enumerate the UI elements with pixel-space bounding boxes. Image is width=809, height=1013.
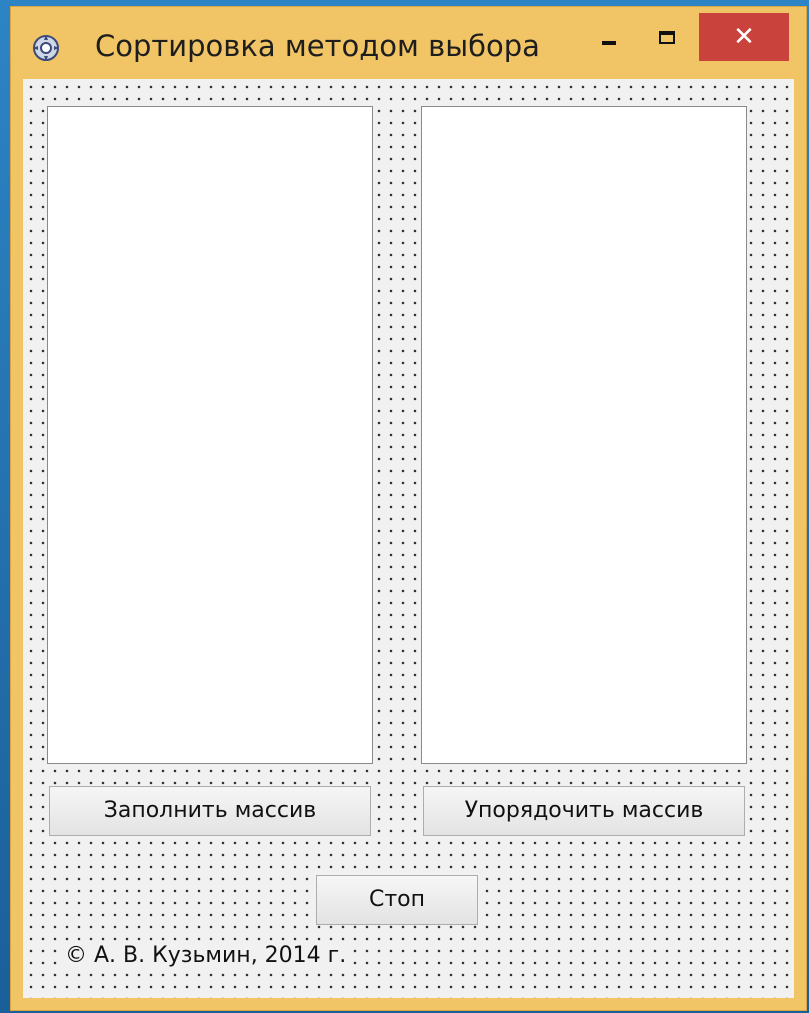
- title-bar[interactable]: Сортировка методом выбора ✕: [11, 7, 806, 81]
- maximize-icon: [659, 31, 675, 44]
- copyright-label: © А. В. Кузьмин, 2014 г.: [61, 941, 351, 970]
- fill-array-button[interactable]: Заполнить массив: [49, 786, 371, 836]
- app-icon[interactable]: [31, 33, 61, 63]
- sorted-array-listbox[interactable]: [421, 106, 747, 764]
- minimize-button[interactable]: [591, 19, 631, 59]
- form-client-area: Заполнить массив Упорядочить массив Стоп…: [23, 79, 794, 998]
- minimize-icon: [602, 41, 616, 45]
- stop-button[interactable]: Стоп: [316, 875, 478, 925]
- app-window: Сортировка методом выбора ✕ Заполнить ма…: [10, 6, 807, 1011]
- close-icon: ✕: [733, 22, 755, 52]
- window-title: Сортировка методом выбора: [95, 29, 540, 63]
- source-array-listbox[interactable]: [47, 106, 373, 764]
- maximize-button[interactable]: [643, 19, 689, 59]
- close-button[interactable]: ✕: [699, 13, 789, 61]
- sort-array-button[interactable]: Упорядочить массив: [423, 786, 745, 836]
- gear-flower-icon: [33, 35, 59, 61]
